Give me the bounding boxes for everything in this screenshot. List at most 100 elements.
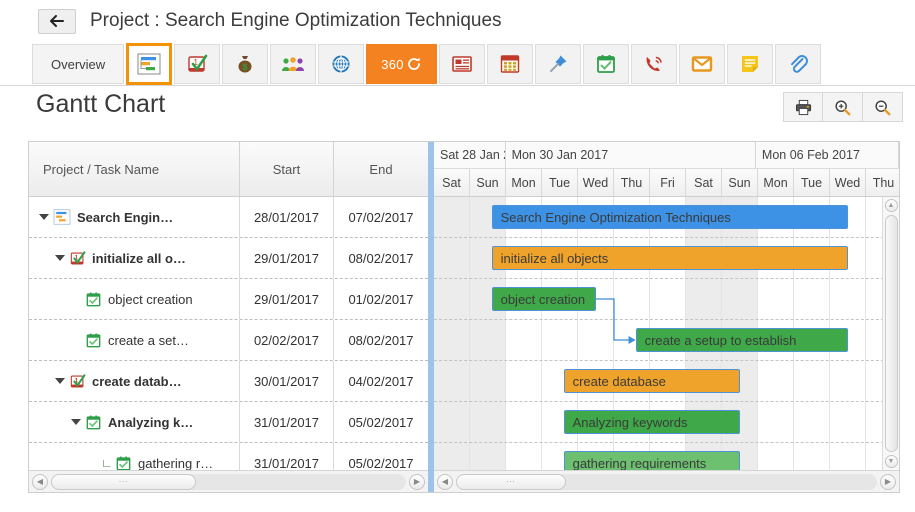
task-name-cell[interactable]: Analyzing k… — [29, 402, 240, 442]
timeline-day-label: Wed — [578, 169, 614, 196]
titlebar: Project : Search Engine Optimization Tec… — [0, 0, 915, 42]
timeline-scroll-right-arrow-icon[interactable]: ▶ — [880, 473, 896, 490]
tab-notes[interactable] — [726, 44, 773, 84]
calendar-check-icon — [116, 456, 131, 470]
gantt-chart-icon — [53, 209, 71, 225]
scroll-down-arrow-icon[interactable]: ▼ — [884, 455, 898, 468]
task-name-cell[interactable]: 1 create datab… — [29, 361, 240, 401]
tab-360-label: 360 — [381, 56, 404, 72]
table-row[interactable]: ∟ gathering r… 31/01/2017 05/02/2017 — [29, 443, 428, 470]
row-expand-toggle[interactable] — [55, 378, 65, 384]
timeline-header: Sat 28 Jan 2 Mon 30 Jan 2017 Mon 06 Feb 20… — [434, 142, 899, 197]
page-header: Gantt Chart — [0, 90, 915, 138]
timeline-week-label: Mon 30 Jan 2017 — [506, 142, 756, 168]
paperclip-icon — [790, 55, 808, 73]
scroll-up-arrow-icon[interactable]: ▲ — [884, 199, 898, 212]
tab-overview-label: Overview — [51, 56, 106, 72]
column-header-start[interactable]: Start — [240, 142, 334, 196]
tab-globe[interactable] — [318, 44, 365, 84]
table-row[interactable]: Analyzing k… 31/01/2017 05/02/2017 — [29, 402, 428, 443]
gantt-task-bar[interactable]: Analyzing keywords — [563, 410, 740, 434]
gantt-task-bar[interactable]: Search Engine Optimization Techniques — [491, 205, 848, 229]
grid-horizontal-scrollbar[interactable]: ◀ ⋯ ▶ — [29, 470, 428, 492]
task-name-cell[interactable]: ∟ gathering r… — [29, 443, 240, 470]
phone-icon — [646, 56, 662, 71]
tab-news[interactable] — [438, 44, 485, 84]
timeline-scroll-left-arrow-icon[interactable]: ◀ — [437, 473, 453, 490]
back-button[interactable] — [38, 8, 76, 34]
task-end-cell: 07/02/2017 — [348, 209, 414, 225]
table-row[interactable]: object creation 29/01/2017 01/02/2017 — [29, 279, 428, 320]
table-row[interactable]: 1 create datab… 30/01/2017 04/02/2017 — [29, 361, 428, 402]
task-checklist-icon: 1 — [69, 250, 86, 267]
table-row[interactable]: 1 initialize all o… 29/01/2017 08/02/201… — [29, 238, 428, 279]
tab-calls[interactable] — [630, 44, 677, 84]
task-grid-pane: Project / Task Name Start End Search Eng… — [29, 142, 428, 492]
timeline-row: gathering requirements — [434, 443, 899, 470]
task-end-cell: 05/02/2017 — [348, 455, 414, 471]
timeline-row: Search Engine Optimization Techniques — [434, 197, 899, 238]
calendar-check-icon — [85, 332, 102, 349]
table-row[interactable]: create a set… 02/02/2017 08/02/2017 — [29, 320, 428, 361]
task-name-cell[interactable]: object creation — [29, 279, 240, 319]
timeline-vertical-scrollbar[interactable]: ▲ ▼ — [882, 197, 899, 470]
vertical-scroll-thumb[interactable] — [884, 215, 898, 452]
gantt-task-bar[interactable]: create database — [563, 369, 740, 393]
zoom-in-button[interactable] — [823, 92, 863, 122]
gantt-task-bar[interactable]: gathering requirements — [563, 451, 740, 470]
tab-overview[interactable]: Overview — [32, 44, 125, 84]
refresh-circle-icon — [407, 57, 420, 70]
timeline-scroll-thumb[interactable]: ⋯ — [456, 473, 566, 490]
task-checklist-icon: 1 — [188, 54, 208, 72]
scroll-right-arrow-icon[interactable]: ▶ — [409, 473, 425, 490]
tab-team[interactable] — [270, 44, 317, 84]
task-checklist-icon: 1 — [69, 373, 86, 390]
zoom-out-button[interactable] — [863, 92, 903, 122]
gantt-chart-icon — [53, 209, 71, 225]
row-expand-toggle[interactable] — [55, 255, 65, 261]
timeline-day-label: Sat — [434, 169, 470, 196]
row-expand-toggle[interactable] — [71, 419, 81, 425]
tab-360-view[interactable]: 360 — [366, 44, 437, 84]
timeline-row: create database — [434, 361, 899, 402]
task-name-label: create a set… — [108, 332, 189, 348]
tab-pinned[interactable] — [534, 44, 581, 84]
column-header-end[interactable]: End — [334, 142, 428, 196]
tab-mail[interactable] — [678, 44, 725, 84]
newspaper-icon — [451, 56, 472, 72]
column-header-task-name[interactable]: Project / Task Name — [29, 142, 240, 196]
scroll-left-arrow-icon[interactable]: ◀ — [32, 473, 48, 490]
calendar-check-icon — [86, 292, 101, 306]
tab-attachments[interactable] — [774, 44, 821, 84]
gantt-task-bar[interactable]: initialize all objects — [491, 246, 848, 270]
grid-scroll-track[interactable]: ⋯ — [51, 473, 406, 490]
task-name-cell[interactable]: Search Engin… — [29, 197, 240, 237]
calendar-check-icon — [596, 55, 615, 73]
timeline-pane: Sat 28 Jan 2 Mon 30 Jan 2017 Mon 06 Feb 20… — [434, 142, 899, 492]
task-name-cell[interactable]: create a set… — [29, 320, 240, 360]
tab-budget[interactable]: $ — [222, 44, 269, 84]
row-expand-toggle[interactable] — [39, 214, 49, 220]
envelope-icon — [691, 56, 712, 72]
table-row[interactable]: Search Engin… 28/01/2017 07/02/2017 — [29, 197, 428, 238]
tab-gantt-chart[interactable] — [126, 43, 173, 85]
timeline-day-label: Mon — [758, 169, 794, 196]
task-end-cell: 04/02/2017 — [348, 373, 414, 389]
timeline-day-label: Tue — [794, 169, 830, 196]
gantt-task-bar[interactable]: create a setup to establish — [635, 328, 848, 352]
task-name-cell[interactable]: 1 initialize all o… — [29, 238, 240, 278]
page-title: Project : Search Engine Optimization Tec… — [90, 10, 502, 31]
tab-tasks[interactable]: 1 — [174, 44, 221, 84]
timeline-day-label: Wed — [830, 169, 866, 196]
timeline-scroll-track[interactable]: ⋯ — [456, 473, 877, 490]
tab-milestones[interactable] — [582, 44, 629, 84]
arrow-left-icon — [50, 15, 64, 27]
grid-scroll-thumb[interactable]: ⋯ — [51, 473, 196, 490]
pushpin-icon — [549, 55, 567, 72]
tab-calendar[interactable] — [486, 44, 533, 84]
timeline-horizontal-scrollbar[interactable]: ◀ ⋯ ▶ — [434, 470, 899, 492]
timeline-week-label: Sat 28 Jan 2 — [434, 142, 506, 168]
print-button[interactable] — [783, 92, 823, 122]
child-branch-icon: ∟ — [101, 456, 113, 470]
gantt-task-bar[interactable]: object creation — [491, 287, 596, 311]
